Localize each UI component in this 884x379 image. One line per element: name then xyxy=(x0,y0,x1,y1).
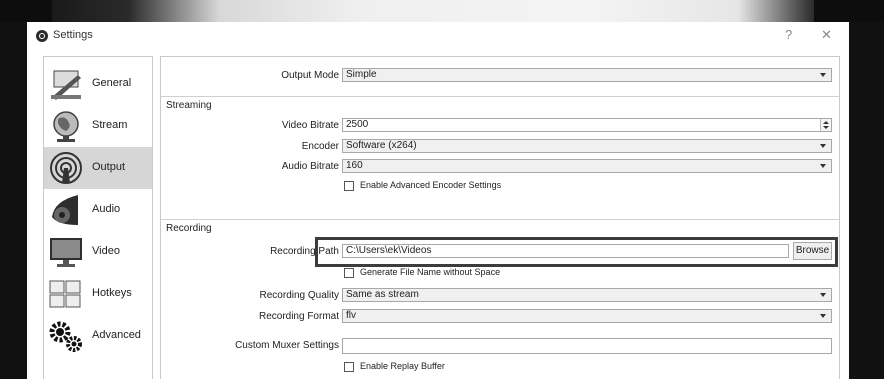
monitor-icon xyxy=(50,238,82,267)
checkbox-box[interactable] xyxy=(344,181,354,191)
audio-bitrate-select[interactable]: 160 xyxy=(342,159,832,173)
sidebar-item-label: General xyxy=(92,77,132,89)
chevron-down-icon xyxy=(820,144,826,148)
sidebar-item-label: Hotkeys xyxy=(92,287,132,299)
general-icon xyxy=(51,70,81,100)
video-bitrate-value: 2500 xyxy=(346,119,369,130)
settings-sidebar: General Stream Output Audio Video Hotkey… xyxy=(43,56,153,379)
close-button[interactable]: ✕ xyxy=(821,27,832,43)
obs-app-icon xyxy=(36,30,48,42)
chevron-down-icon xyxy=(820,73,826,77)
help-button[interactable]: ? xyxy=(785,27,792,42)
globe-icon xyxy=(53,111,79,142)
checkbox-box[interactable] xyxy=(344,268,354,278)
sidebar-item-label: Stream xyxy=(92,119,128,131)
recording-path-input[interactable]: C:\Users\ek\Videos xyxy=(342,244,789,258)
advanced-encoder-settings-checkbox[interactable]: Enable Advanced Encoder Settings xyxy=(344,180,604,192)
sidebar-item-video[interactable]: Video xyxy=(44,231,152,273)
checkbox-box[interactable] xyxy=(344,362,354,372)
browse-button[interactable]: Browse xyxy=(793,242,832,260)
sidebar-item-label: Output xyxy=(92,161,126,173)
sidebar-item-audio[interactable]: Audio xyxy=(44,189,152,231)
recording-quality-value: Same as stream xyxy=(346,289,419,300)
replay-buffer-checkbox[interactable]: Enable Replay Buffer xyxy=(344,361,604,373)
title-bar: Settings ? ✕ xyxy=(27,22,849,50)
custom-muxer-label: Custom Muxer Settings xyxy=(235,340,339,351)
custom-muxer-input[interactable] xyxy=(342,338,832,354)
chevron-down-icon xyxy=(820,314,826,318)
spin-arrows-icon[interactable] xyxy=(820,119,831,131)
recording-section-title: Recording xyxy=(166,223,212,234)
sidebar-item-hotkeys[interactable]: Hotkeys xyxy=(44,273,152,315)
recording-quality-select[interactable]: Same as stream xyxy=(342,288,832,302)
recording-format-label: Recording Format xyxy=(258,311,339,322)
speaker-icon xyxy=(52,195,78,225)
generate-filename-checkbox[interactable]: Generate File Name without Space xyxy=(344,267,604,279)
chevron-down-icon xyxy=(820,164,826,168)
encoder-value: Software (x264) xyxy=(346,140,417,151)
video-bitrate-spinbox[interactable]: 2500 xyxy=(342,118,832,132)
settings-window: Settings ? ✕ General Stream Output Audio… xyxy=(27,22,849,379)
output-mode-value: Simple xyxy=(346,69,377,80)
streaming-section-title: Streaming xyxy=(166,100,212,111)
sidebar-item-label: Video xyxy=(92,245,120,257)
background-light-strip xyxy=(52,0,814,22)
audio-bitrate-value: 160 xyxy=(346,160,363,171)
recording-format-select[interactable]: flv xyxy=(342,309,832,323)
divider xyxy=(161,219,839,220)
background-top-band xyxy=(0,0,884,22)
sidebar-item-label: Audio xyxy=(92,203,121,215)
sidebar-item-stream[interactable]: Stream xyxy=(44,105,152,147)
recording-path-label: Recording Path xyxy=(270,246,339,257)
output-settings-panel: Output Mode Simple Streaming Video Bitra… xyxy=(160,56,840,379)
keyboard-icon xyxy=(49,280,81,308)
chevron-down-icon xyxy=(820,293,826,297)
encoder-label: Encoder xyxy=(301,141,339,152)
recording-format-value: flv xyxy=(346,310,356,321)
recording-path-value: C:\Users\ek\Videos xyxy=(346,245,432,256)
divider xyxy=(161,96,839,97)
sidebar-item-general[interactable]: General xyxy=(44,63,152,105)
recording-quality-label: Recording Quality xyxy=(259,290,339,301)
window-title: Settings xyxy=(53,29,93,41)
sidebar-item-label: Advanced xyxy=(92,329,141,341)
replay-buffer-label: Enable Replay Buffer xyxy=(360,361,445,371)
generate-filename-label: Generate File Name without Space xyxy=(360,267,501,277)
audio-bitrate-label: Audio Bitrate xyxy=(281,161,339,172)
video-bitrate-label: Video Bitrate xyxy=(281,120,339,131)
gears-icon xyxy=(49,321,82,352)
encoder-select[interactable]: Software (x264) xyxy=(342,139,832,153)
advanced-encoder-settings-label: Enable Advanced Encoder Settings xyxy=(360,180,502,190)
output-mode-label: Output Mode xyxy=(281,70,339,81)
output-mode-select[interactable]: Simple xyxy=(342,68,832,82)
output-icon xyxy=(50,152,82,184)
sidebar-item-output[interactable]: Output xyxy=(44,147,152,189)
sidebar-item-advanced[interactable]: Advanced xyxy=(44,315,152,357)
